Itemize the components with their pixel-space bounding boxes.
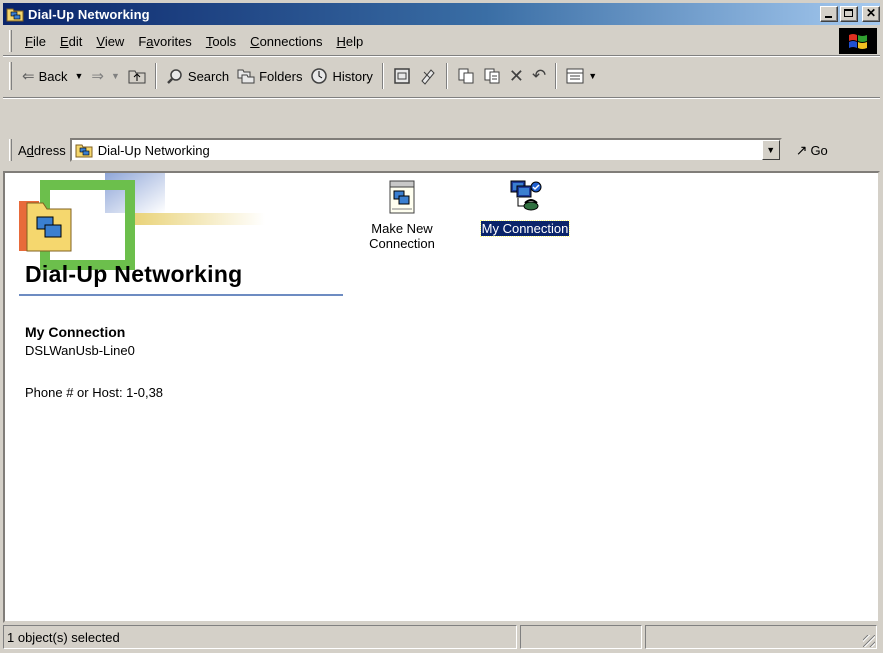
status-pane-3 — [645, 625, 877, 649]
delete-button[interactable]: ✕ — [505, 63, 528, 90]
copy-button[interactable] — [479, 64, 505, 88]
status-pane-2 — [520, 625, 642, 649]
window-title: Dial-Up Networking — [28, 6, 150, 22]
cut-icon — [457, 67, 475, 85]
back-label: Back — [38, 68, 68, 84]
explorer-window: Dial-Up Networking ✕ File Edit View Favo… — [0, 0, 883, 653]
undo-button[interactable]: ↶ — [528, 63, 550, 89]
minimize-icon — [825, 16, 832, 18]
views-dropdown-icon[interactable]: ▼ — [588, 71, 597, 81]
status-text: 1 object(s) selected — [3, 625, 517, 649]
go-button[interactable]: ↗ Go — [796, 142, 828, 159]
make-new-connection-label: Make New Connection — [369, 221, 435, 251]
chevron-down-icon: ▼ — [766, 145, 776, 155]
close-button[interactable]: ✕ — [862, 6, 880, 22]
menu-edit[interactable]: Edit — [53, 31, 89, 52]
search-label: Search — [187, 68, 230, 84]
windows-logo-icon — [839, 28, 877, 54]
make-new-connection-icon — [384, 179, 420, 218]
maximize-icon — [844, 9, 853, 17]
status-bar: 1 object(s) selected — [3, 625, 880, 650]
my-connection-icon — [505, 179, 545, 218]
go-label: Go — [810, 142, 828, 158]
menubar-grip[interactable] — [9, 30, 12, 52]
folders-label: Folders — [259, 68, 303, 84]
history-icon — [310, 67, 328, 85]
toolbar-separator-line — [3, 97, 880, 99]
dial-up-folder-icon — [75, 142, 93, 158]
menu-file[interactable]: File — [18, 31, 53, 52]
history-button[interactable]: History — [306, 64, 376, 88]
menu-view[interactable]: View — [89, 31, 131, 52]
selected-item-name: My Connection — [25, 324, 126, 340]
minimize-button[interactable] — [820, 6, 838, 22]
copy-icon — [483, 67, 501, 85]
standard-toolbar: ⇐ Back ▼ ⇒ ▼ Search Folders History ✕ ↶ … — [3, 57, 880, 95]
forward-button[interactable]: ⇒ ▼ — [87, 64, 124, 88]
make-new-connection-item[interactable]: Make New Connection — [357, 179, 447, 251]
selected-item-device: DSLWanUsb-Line0 — [25, 343, 135, 358]
menu-tools[interactable]: Tools — [199, 31, 243, 52]
copy-to-icon — [419, 67, 437, 85]
views-icon — [566, 68, 584, 84]
toolbar-separator — [381, 63, 384, 89]
back-arrow-icon: ⇐ — [22, 68, 35, 85]
maximize-button[interactable] — [840, 6, 858, 22]
history-label: History — [332, 68, 373, 84]
toolbar-separator — [555, 63, 558, 89]
go-arrow-icon: ↗ — [795, 141, 808, 158]
menu-bar: File Edit View Favorites Tools Connectio… — [3, 27, 880, 55]
folders-icon — [237, 68, 255, 84]
title-bar[interactable]: Dial-Up Networking ✕ — [3, 3, 880, 25]
toolbar-grip[interactable] — [9, 62, 12, 90]
my-connection-item[interactable]: My Connection — [463, 179, 587, 237]
address-bar: Address Dial-Up Networking ▼ ↗ Go — [3, 134, 880, 166]
my-connection-label: My Connection — [479, 220, 571, 237]
menu-favorites[interactable]: Favorites — [131, 31, 198, 52]
back-dropdown-icon[interactable]: ▼ — [74, 71, 83, 81]
delete-icon: ✕ — [508, 65, 525, 86]
views-button[interactable]: ▼ — [562, 65, 601, 87]
search-button[interactable]: Search — [162, 64, 233, 88]
forward-dropdown-icon[interactable]: ▼ — [111, 71, 120, 81]
folder-view[interactable]: Dial-Up Networking My Connection DSLWanU… — [3, 171, 880, 623]
dial-up-folder-icon — [6, 6, 24, 22]
menu-help[interactable]: Help — [329, 31, 370, 52]
close-icon: ✕ — [865, 6, 877, 20]
menu-connections[interactable]: Connections — [243, 31, 329, 52]
undo-icon: ↶ — [532, 66, 547, 85]
cut-button[interactable] — [453, 64, 479, 88]
up-folder-button[interactable] — [124, 65, 150, 87]
webview-panel: Dial-Up Networking My Connection DSLWanU… — [5, 173, 345, 621]
address-label: Address — [18, 142, 66, 158]
up-folder-icon — [128, 68, 146, 84]
forward-arrow-icon: ⇒ — [91, 68, 104, 85]
toolbar-separator — [445, 63, 448, 89]
back-button[interactable]: ⇐ Back ▼ — [18, 64, 87, 88]
address-dropdown-button[interactable]: ▼ — [761, 140, 780, 160]
move-to-button[interactable] — [389, 64, 415, 88]
address-value: Dial-Up Networking — [97, 142, 210, 158]
folders-button[interactable]: Folders — [233, 65, 306, 87]
page-title: Dial-Up Networking — [25, 261, 243, 287]
address-input[interactable]: Dial-Up Networking ▼ — [69, 138, 782, 162]
toolbar-separator — [154, 63, 157, 89]
resize-grip-icon[interactable] — [863, 635, 875, 647]
search-icon — [166, 67, 184, 85]
selected-item-phone: Phone # or Host: 1-0,38 — [25, 385, 164, 400]
title-divider — [19, 294, 343, 296]
move-to-icon — [393, 67, 411, 85]
addressbar-grip[interactable] — [9, 139, 12, 161]
copy-to-button[interactable] — [415, 64, 441, 88]
